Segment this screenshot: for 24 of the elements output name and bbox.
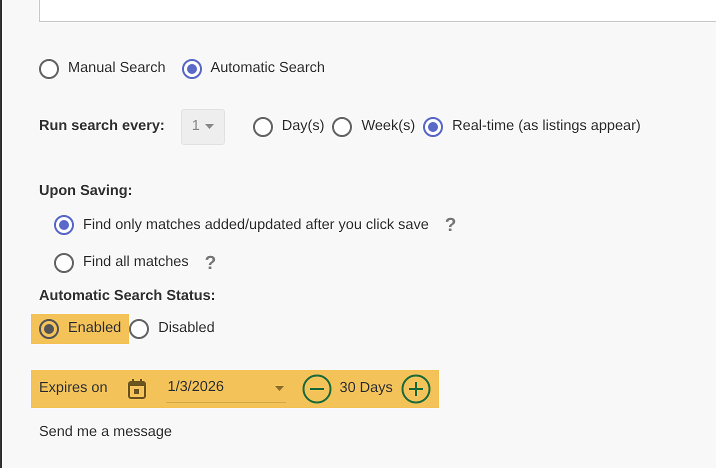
plus-button[interactable] bbox=[400, 374, 431, 404]
body-text: Send me a message bbox=[39, 424, 172, 440]
radio-option[interactable]: Real-time (as listings appear) bbox=[419, 112, 645, 142]
date-dropdown[interactable]: 1/3/2026 bbox=[166, 374, 286, 402]
radio-option[interactable]: Week(s) bbox=[328, 112, 420, 142]
radio-option[interactable]: Manual Search bbox=[31, 54, 174, 84]
radio-option[interactable]: Disabled bbox=[129, 314, 223, 344]
radio-option[interactable]: Day(s) bbox=[248, 112, 328, 142]
caret-icon bbox=[274, 386, 284, 390]
radio-option[interactable]: Automatic Search bbox=[174, 54, 333, 84]
radio-option[interactable]: Find only matches added/updated after you click save bbox=[46, 210, 437, 240]
text-field[interactable] bbox=[39, 0, 716, 22]
section-label: Upon Saving: bbox=[39, 182, 132, 199]
help-icon[interactable]: ? bbox=[444, 216, 456, 235]
caret-icon bbox=[204, 124, 214, 130]
help-icon[interactable]: ? bbox=[204, 254, 216, 273]
duration-text: 30 Days bbox=[340, 378, 393, 398]
radio-option[interactable]: Enabled bbox=[31, 314, 130, 344]
minus-button[interactable] bbox=[302, 374, 332, 404]
calendar-icon[interactable] bbox=[128, 378, 146, 398]
field-label: Run search every: bbox=[39, 116, 165, 136]
section-label: Automatic Search Status: bbox=[39, 288, 216, 304]
radio-option[interactable]: Find all matches bbox=[46, 248, 197, 278]
field-label: Expires on bbox=[39, 378, 108, 398]
